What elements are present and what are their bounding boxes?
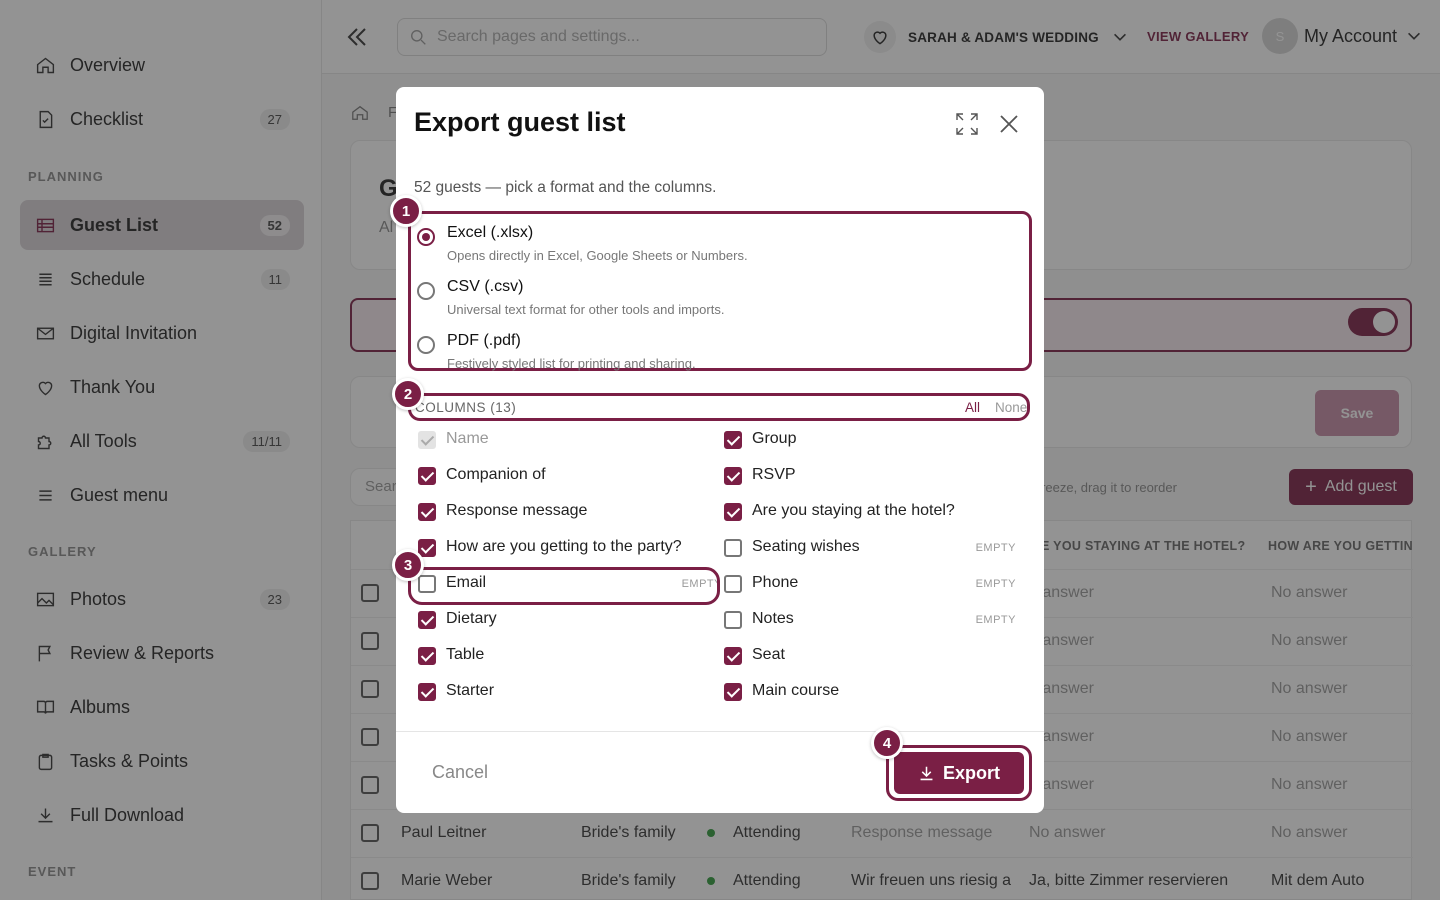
cancel-button[interactable]: Cancel xyxy=(432,762,488,783)
column-checkbox-row[interactable]: How are you getting to the party? xyxy=(418,535,714,563)
format-name: Excel (.xlsx) xyxy=(447,224,534,241)
checkbox[interactable] xyxy=(418,647,436,665)
select-none-link[interactable]: None xyxy=(995,400,1027,415)
column-checkbox-row[interactable]: Response message xyxy=(418,499,714,527)
expand-button[interactable] xyxy=(954,111,980,137)
format-option-csv[interactable]: CSV (.csv) Universal text format for oth… xyxy=(417,272,1017,322)
column-label: Name xyxy=(446,430,489,447)
column-checkbox-row[interactable]: Table xyxy=(418,643,714,671)
format-option-xlsx[interactable]: Excel (.xlsx) Opens directly in Excel, G… xyxy=(417,218,1017,268)
column-label: Seating wishes xyxy=(752,538,860,555)
format-option-pdf[interactable]: PDF (.pdf) Festively styled list for pri… xyxy=(417,326,1017,376)
radio[interactable] xyxy=(417,282,435,300)
dialog-subtitle: 52 guests — pick a format and the column… xyxy=(414,179,717,196)
column-label: Group xyxy=(752,430,797,447)
checkbox xyxy=(418,431,436,449)
format-name: PDF (.pdf) xyxy=(447,332,521,349)
column-checkbox-row[interactable]: Dietary xyxy=(418,607,714,635)
column-label: Phone xyxy=(752,574,799,591)
empty-badge: EMPTY xyxy=(975,578,1016,590)
format-name: CSV (.csv) xyxy=(447,278,524,295)
format-radio-group: Excel (.xlsx) Opens directly in Excel, G… xyxy=(408,211,1032,371)
checkbox[interactable] xyxy=(724,647,742,665)
checkbox[interactable] xyxy=(724,539,742,557)
column-checkbox-row[interactable]: Phone EMPTY xyxy=(724,571,1020,599)
format-desc: Festively styled list for printing and s… xyxy=(447,356,696,371)
checkbox[interactable] xyxy=(418,611,436,629)
columns-header: COLUMNS (13) All None xyxy=(408,393,1030,421)
column-checkbox-row[interactable]: Name xyxy=(418,427,714,455)
export-label: Export xyxy=(942,762,1000,783)
column-label: RSVP xyxy=(752,466,796,483)
column-label: Seat xyxy=(752,646,785,663)
column-checkbox-row[interactable]: Starter xyxy=(418,679,714,707)
radio[interactable] xyxy=(417,336,435,354)
step-marker-1: 1 xyxy=(390,195,422,227)
column-checkbox-row[interactable]: RSVP xyxy=(724,463,1020,491)
column-checkbox-row[interactable]: Notes EMPTY xyxy=(724,607,1020,635)
dialog-footer-divider xyxy=(396,731,1044,732)
close-button[interactable] xyxy=(996,111,1022,137)
empty-badge: EMPTY xyxy=(975,614,1016,626)
format-desc: Universal text format for other tools an… xyxy=(447,302,725,317)
checkbox[interactable] xyxy=(724,683,742,701)
column-label: Table xyxy=(446,646,485,663)
expand-icon xyxy=(956,113,978,135)
checkbox[interactable] xyxy=(724,575,742,593)
columns-count-label: COLUMNS (13) xyxy=(415,400,517,415)
column-checkbox-row[interactable]: Main course xyxy=(724,679,1020,707)
column-label: Dietary xyxy=(446,610,497,627)
checkbox[interactable] xyxy=(724,503,742,521)
email-highlight xyxy=(408,567,720,605)
column-label: Starter xyxy=(446,682,495,699)
format-desc: Opens directly in Excel, Google Sheets o… xyxy=(447,248,748,263)
select-all-link[interactable]: All xyxy=(965,400,980,415)
column-label: Are you staying at the hotel? xyxy=(752,502,955,519)
close-icon xyxy=(1000,115,1018,133)
column-checkbox-row[interactable]: Seat xyxy=(724,643,1020,671)
export-button[interactable]: Export xyxy=(894,752,1024,794)
step-marker-3: 3 xyxy=(392,549,424,581)
checkbox[interactable] xyxy=(724,611,742,629)
export-highlight: Export xyxy=(886,745,1032,801)
column-label: Response message xyxy=(446,502,588,519)
radio-selected[interactable] xyxy=(417,228,435,246)
dialog-title: Export guest list xyxy=(414,107,626,137)
checkbox[interactable] xyxy=(418,503,436,521)
column-checkbox-row[interactable]: Seating wishes EMPTY xyxy=(724,535,1020,563)
download-icon xyxy=(920,766,933,780)
empty-badge: EMPTY xyxy=(975,542,1016,554)
step-marker-2: 2 xyxy=(392,378,424,410)
column-checkbox-row[interactable]: Companion of xyxy=(418,463,714,491)
step-marker-4: 4 xyxy=(871,727,903,759)
export-dialog: Export guest list 52 guests — pick a for… xyxy=(390,87,1044,813)
column-label: Main course xyxy=(752,682,840,699)
checkbox[interactable] xyxy=(418,683,436,701)
column-label: Notes xyxy=(752,610,794,627)
column-checkbox-row[interactable]: Are you staying at the hotel? xyxy=(724,499,1020,527)
column-label: How are you getting to the party? xyxy=(446,538,682,555)
column-label: Companion of xyxy=(446,466,546,483)
checkbox[interactable] xyxy=(724,467,742,485)
column-checkbox-row[interactable]: Group xyxy=(724,427,1020,455)
checkbox[interactable] xyxy=(418,467,436,485)
checkbox[interactable] xyxy=(724,431,742,449)
